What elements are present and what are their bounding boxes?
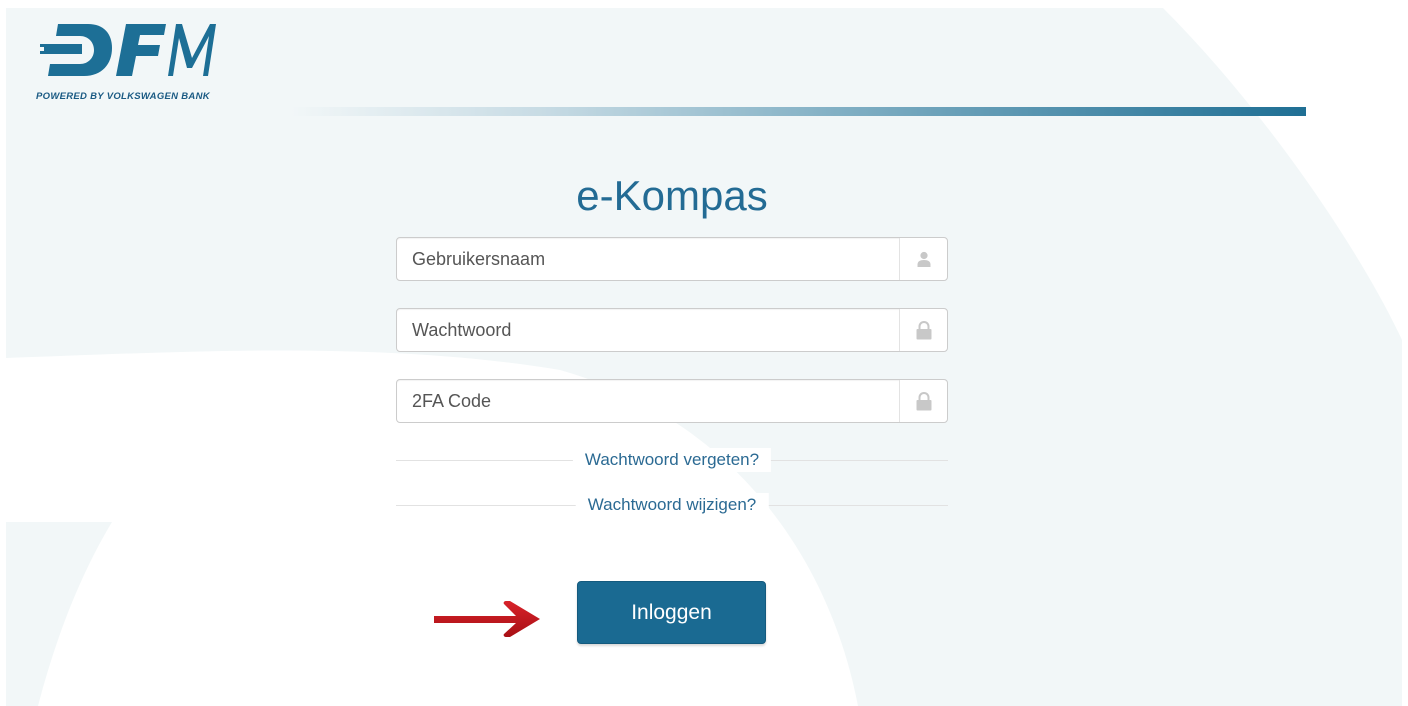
login-button[interactable]: Inloggen [577, 581, 766, 644]
password-input[interactable] [397, 309, 899, 351]
user-icon [917, 251, 930, 267]
dfm-logo-mark [40, 24, 216, 76]
login-page: POWERED BY VOLKSWAGEN BANK e-Kompas Gebr… [0, 0, 1408, 706]
password-field [396, 308, 948, 352]
password-addon [899, 309, 947, 351]
change-password-row: Wachtwoord wijzigen? [396, 493, 948, 517]
page-title: e-Kompas [576, 172, 768, 219]
red-arrow-icon [434, 601, 540, 637]
dfm-logo: POWERED BY VOLKSWAGEN BANK [36, 20, 256, 110]
header-divider [290, 107, 1306, 116]
logo-tagline: POWERED BY VOLKSWAGEN BANK [36, 91, 210, 102]
forgot-password-link[interactable]: Wachtwoord vergeten? [572, 448, 772, 472]
username-input[interactable] [397, 238, 899, 280]
twofa-input[interactable] [397, 380, 899, 422]
forgot-password-row: Wachtwoord vergeten? [396, 448, 948, 472]
lock-icon [916, 320, 931, 339]
twofa-addon [899, 380, 947, 422]
change-password-link[interactable]: Wachtwoord wijzigen? [575, 493, 769, 517]
lock-icon [916, 391, 931, 410]
username-field [396, 237, 948, 281]
twofa-field [396, 379, 948, 423]
username-addon [899, 238, 947, 280]
